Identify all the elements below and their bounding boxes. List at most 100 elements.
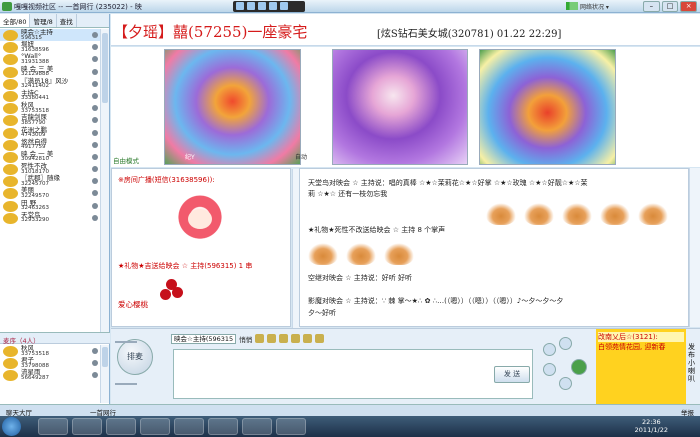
minimize-button[interactable]: –: [643, 1, 660, 12]
user-id: 56649287: [21, 374, 49, 381]
emoji-icon[interactable]: [267, 334, 277, 343]
tool-icon[interactable]: [258, 2, 266, 10]
tab-admins[interactable]: 管理/8: [30, 14, 57, 27]
message-input[interactable]: [173, 349, 533, 399]
volume-slider[interactable]: [115, 341, 137, 343]
user-row[interactable]: 『满员18』风沙 32411402: [0, 78, 100, 90]
video-main[interactable]: 自动: [295, 49, 468, 165]
screenshot-icon[interactable]: [303, 334, 313, 343]
user-row[interactable]: °Wall° 31931388: [0, 53, 100, 66]
user-row[interactable]: 堀妞 31638596: [0, 41, 100, 54]
speaker-label[interactable]: 发布小喇叭: [688, 343, 697, 383]
tool-icon[interactable]: [236, 2, 244, 10]
user-avatar-icon: [3, 90, 18, 102]
tool-icon[interactable]: [247, 2, 255, 10]
user-avatar-icon: [3, 370, 18, 382]
camera-status-icon: [92, 80, 98, 87]
user-list-scrollbar[interactable]: [100, 29, 109, 332]
target-select[interactable]: 映会☆主持(596315: [171, 334, 237, 344]
close-button[interactable]: ×: [680, 1, 698, 12]
image-icon[interactable]: [291, 334, 301, 343]
taskbar-frog-icon[interactable]: [208, 418, 238, 435]
room-banner: 【夕瑶】囍(57255)一座豪宅 [炫S钻石美女城(320781) 01.22 …: [111, 14, 700, 46]
user-row[interactable]: 映会☆主持 596315: [0, 29, 100, 42]
music-icon[interactable]: [543, 363, 556, 376]
user-row[interactable]: 秋风 33753518: [0, 345, 100, 357]
maximize-button[interactable]: □: [661, 1, 679, 12]
mic-slider[interactable]: [115, 383, 137, 385]
announcement-body: 白领苑情花园, 迎新春: [598, 343, 666, 351]
font-icon[interactable]: [255, 334, 265, 343]
taskbar-folder-icon[interactable]: [72, 418, 102, 435]
shop-icon[interactable]: [571, 359, 587, 375]
taskbar-frog-icon[interactable]: [174, 418, 204, 435]
user-row[interactable]: 流星雨 56649287: [0, 369, 100, 382]
video-left-label: 纪Y: [185, 154, 195, 161]
user-row[interactable]: 吉龍剑尿 3857790: [0, 114, 100, 127]
mic-queue-button[interactable]: 排麦: [117, 339, 153, 375]
applause-icon: [562, 203, 592, 225]
user-avatar-icon: [3, 78, 18, 90]
record-icon[interactable]: [559, 377, 572, 390]
user-avatar-icon: [3, 188, 18, 200]
user-row[interactable]: 映 会 三 美 32129888: [0, 66, 100, 78]
taskbar-firefox-icon[interactable]: [140, 418, 170, 435]
announcement-header: 改南乂后☆(3121):: [598, 332, 684, 342]
user-row[interactable]: 映 会 一 美 30942810: [0, 151, 100, 163]
user-row[interactable]: 主持C 33380441: [0, 90, 100, 102]
send-button[interactable]: 发 送: [494, 366, 530, 383]
user-list: 映会☆主持 596315 堀妞 31638596 °Wall° 31931388 映 会 三…: [0, 29, 100, 332]
user-row[interactable]: 田 野 32463263: [0, 200, 100, 212]
network-status[interactable]: 网络状况 ▾: [580, 2, 609, 11]
taskbar-player-icon[interactable]: [106, 418, 136, 435]
applause-icon: [308, 243, 338, 265]
mode-label: 自由模式: [111, 155, 141, 165]
user-row[interactable]: 花洲之鹏 4743009: [0, 126, 100, 139]
user-row[interactable]: 君子 33798088: [0, 357, 100, 370]
taskbar: 22:36 2011/1/22: [0, 416, 700, 437]
settings-icon[interactable]: [559, 337, 572, 350]
private-chat-panel: ※房间广播(短信(31638596)): ★礼物★吉送给映会 ☆ 主持(5963…: [111, 168, 300, 328]
taskbar-s-icon[interactable]: [242, 418, 272, 435]
user-row[interactable]: 美丽 32249570: [0, 187, 100, 200]
private-checkbox[interactable]: 悄悄: [239, 334, 252, 345]
private-gift-line: ★礼物★吉送给映会 ☆ 主持(596315) 1 串: [118, 262, 253, 270]
color-icon[interactable]: [279, 334, 289, 343]
taskbar-media-icon[interactable]: [276, 418, 306, 435]
user-avatar-icon: [3, 42, 18, 54]
queue-scrollbar[interactable]: [100, 345, 109, 403]
user-row[interactable]: 天堂鸟 32933290: [0, 212, 100, 224]
input-area: 排麦 映会☆主持(596315 悄悄 发 送 改南乂后☆(3121): 白领苑情…: [111, 328, 700, 405]
banner-main-text: 【夕瑶】囍(57255)一座豪宅: [113, 23, 308, 41]
camera-icon[interactable]: [543, 343, 556, 356]
gift-icon[interactable]: [315, 334, 325, 343]
tool-icon[interactable]: [280, 2, 288, 10]
user-row[interactable]: 秋风 33753518: [0, 102, 100, 115]
start-button[interactable]: [2, 417, 21, 436]
tool-icon[interactable]: [269, 2, 277, 10]
status-bar: 聊天大厅 一首网行 举报: [0, 404, 700, 417]
video-right[interactable]: [479, 49, 616, 165]
user-avatar-icon: [3, 358, 18, 370]
floating-toolbar[interactable]: [233, 1, 305, 12]
camera-status-icon: [92, 348, 98, 354]
public-chat-scrollbar[interactable]: [689, 168, 700, 327]
clock-time: 22:36: [641, 418, 661, 426]
tab-search[interactable]: 查找: [57, 14, 77, 27]
camera-status-icon: [92, 92, 98, 99]
user-avatar-icon: [3, 176, 18, 188]
clock[interactable]: 22:36 2011/1/22: [635, 418, 668, 434]
flower-emoticon: [174, 195, 226, 241]
camera-status-icon: [92, 129, 98, 136]
chat-line: 莉 ☆★☆ 还有一枝勿忘我: [308, 190, 388, 198]
video-left[interactable]: 纪Y: [164, 49, 301, 165]
user-avatar-icon: [3, 115, 18, 127]
user-avatar-icon: [3, 66, 18, 78]
taskbar-ie-icon[interactable]: [38, 418, 68, 435]
applause-icon: [638, 203, 668, 225]
gift-name: 爱心樱桃: [118, 300, 148, 309]
user-id: 32933290: [21, 217, 49, 224]
user-avatar-icon: [3, 103, 18, 115]
user-row[interactable]: 〖武郡〗随缘 32245707: [0, 175, 100, 188]
tab-all-users[interactable]: 全部/80: [0, 14, 31, 27]
